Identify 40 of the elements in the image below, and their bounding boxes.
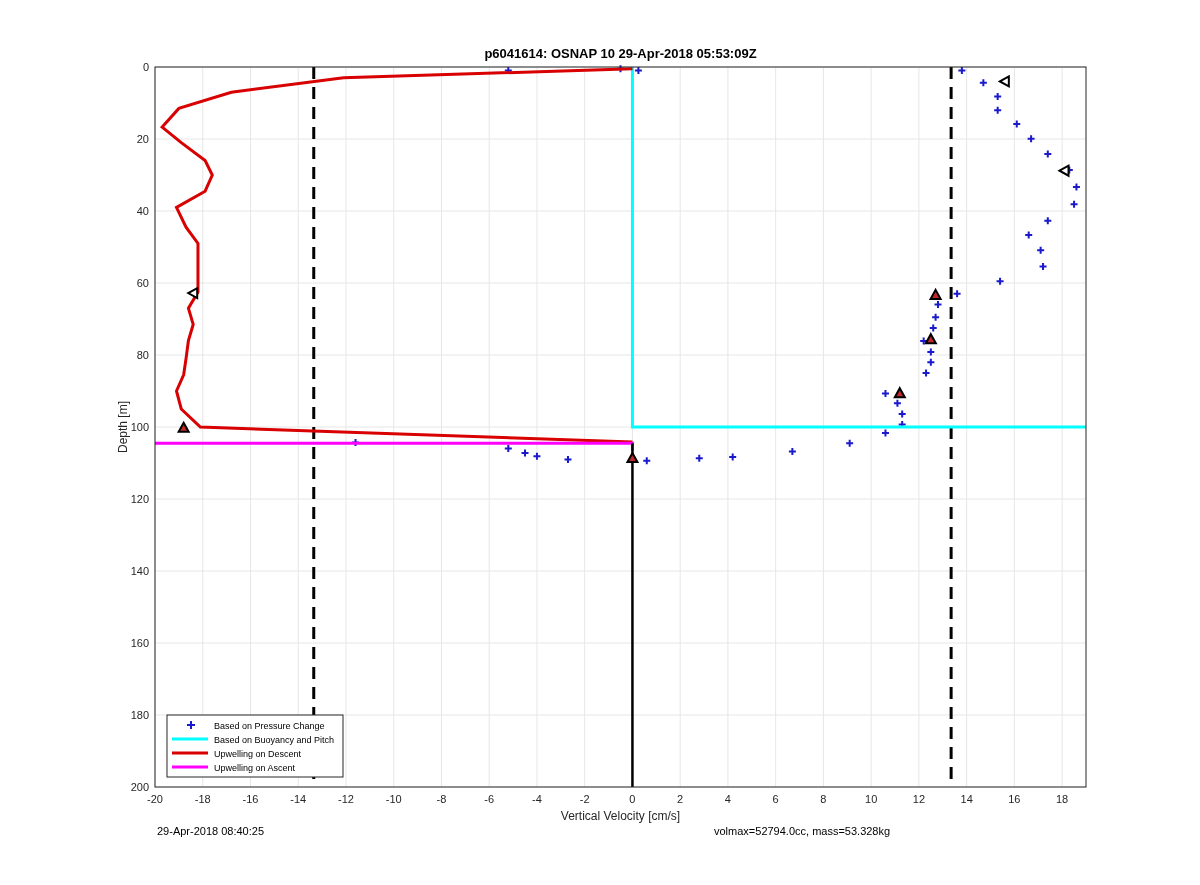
x-tick-label: -12 [338,793,354,805]
info-text: volmax=52794.0cc, mass=53.328kg [714,825,891,837]
legend-label: Upwelling on Descent [214,748,302,759]
x-tick-label: 2 [677,793,684,805]
x-tick-label: -16 [242,793,259,805]
y-tick-label: 60 [136,277,149,289]
legend-label: Based on Buoyancy and Pitch [214,734,335,745]
x-tick-label: -14 [290,793,307,805]
y-tick-label: 160 [130,637,149,649]
y-tick-label: 80 [136,349,149,361]
y-tick-label: 20 [136,133,149,145]
x-tick-label: -20 [147,793,163,805]
x-tick-label: -18 [194,793,211,805]
x-tick-label: 10 [865,793,878,805]
y-tick-label: 180 [130,709,149,721]
y-tick-label: 140 [130,565,149,577]
timestamp: 29-Apr-2018 08:40:25 [157,825,265,837]
x-tick-label: -8 [436,793,447,805]
x-tick-label: 4 [724,793,731,805]
legend-label: Upwelling on Ascent [214,762,296,773]
y-tick-label: 40 [136,205,149,217]
x-axis-label: Vertical Velocity [cm/s] [560,809,681,823]
y-tick-label: 100 [130,421,149,433]
x-tick-label: 18 [1056,793,1069,805]
x-tick-label: 0 [629,793,636,805]
x-tick-label: -10 [385,793,402,805]
x-tick-label: 12 [912,793,925,805]
x-tick-label: 16 [1008,793,1021,805]
x-tick-label: 14 [960,793,973,805]
chart-title: p6041614: OSNAP 10 29-Apr-2018 05:53:09Z [484,46,757,61]
legend-label: Based on Pressure Change [214,720,325,731]
x-tick-label: 8 [820,793,827,805]
y-tick-label: 120 [130,493,149,505]
x-tick-label: -2 [579,793,590,805]
x-tick-label: 6 [772,793,779,805]
x-tick-label: -4 [532,793,542,805]
y-axis-label: Depth [m] [116,401,130,453]
y-tick-label: 200 [130,781,149,793]
x-tick-label: -6 [484,793,495,805]
y-tick-label: 0 [142,61,149,73]
